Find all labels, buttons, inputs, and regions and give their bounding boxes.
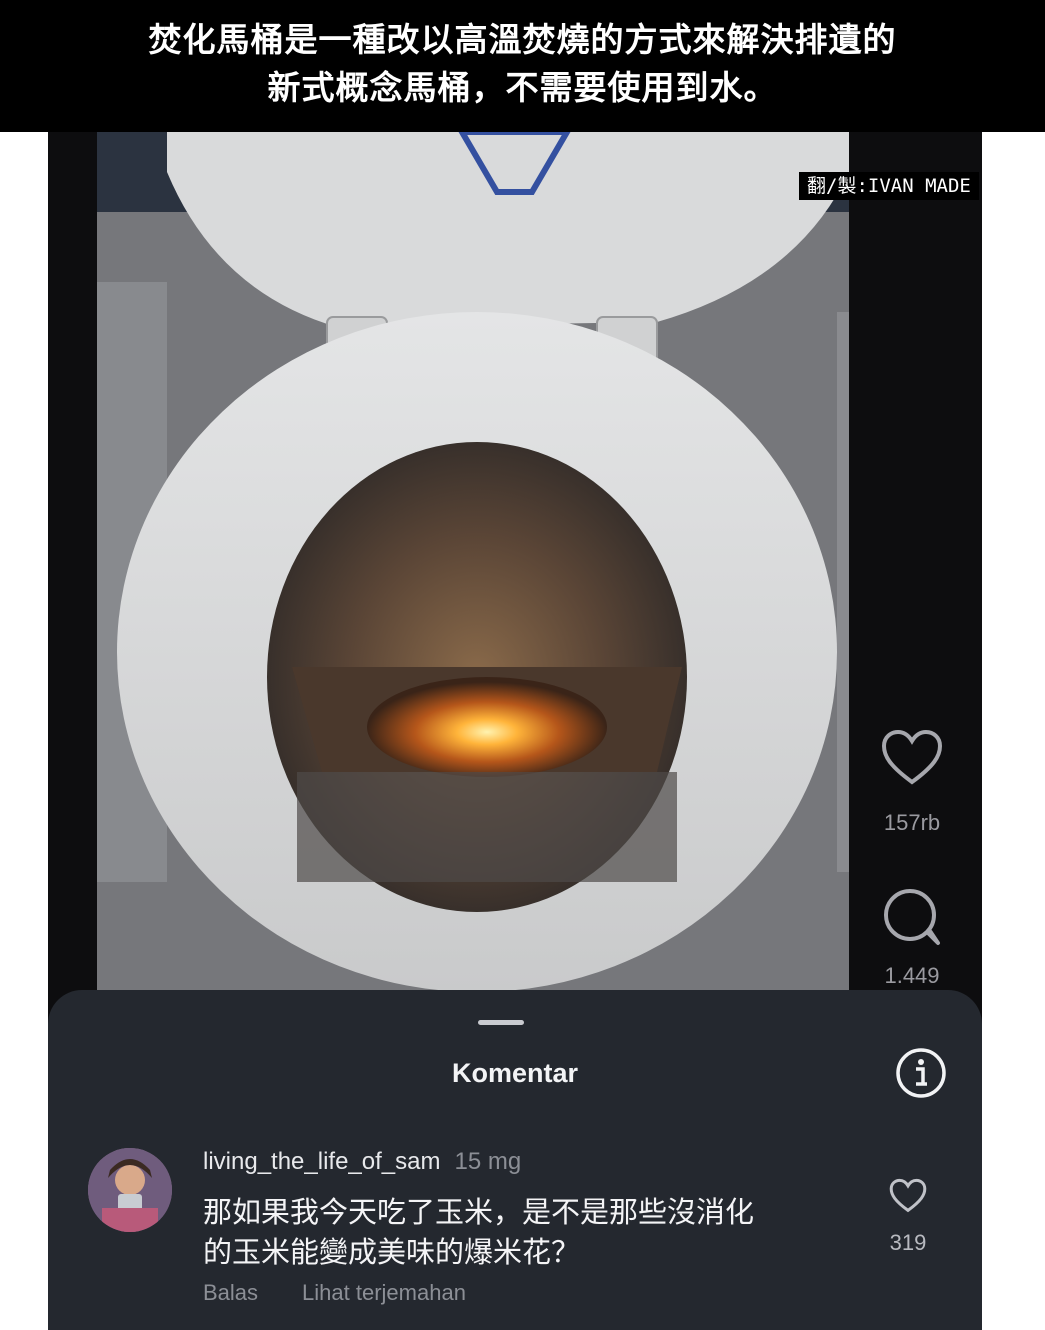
comments-sheet: Komentar living_the_life_of_sam 15 mg 那如果…: [48, 990, 982, 1330]
comment-like-count: 319: [889, 1230, 927, 1255]
like-count: 157rb: [883, 810, 941, 835]
avatar[interactable]: [88, 1148, 172, 1232]
comment-count: 1.449: [884, 963, 940, 988]
heart-icon: [881, 729, 943, 785]
comment-meta: living_the_life_of_sam 15 mg: [203, 1148, 521, 1176]
caption-banner: 焚化馬桶是一種改以高溫焚燒的方式來解決排遺的 新式概念馬桶，不需要使用到水。: [0, 0, 1045, 132]
comment-text-line-1: 那如果我今天吃了玉米，是不是那些沒消化: [203, 1195, 755, 1229]
sheet-title: Komentar: [451, 1058, 579, 1088]
avatar-image: [88, 1148, 172, 1232]
comment-like[interactable]: 319: [878, 1178, 938, 1256]
heart-outline-icon: [889, 1178, 927, 1213]
video-player[interactable]: [97, 132, 849, 1002]
caption-line-1: 焚化馬桶是一種改以高溫焚燒的方式來解決排遺的: [148, 20, 897, 59]
comment-bubble-icon: [884, 889, 940, 945]
watermark-label: 翻/製:IVAN MADE: [799, 172, 979, 200]
incinerating-toilet-image: [97, 132, 849, 1002]
drag-handle[interactable]: [478, 1020, 524, 1025]
like-action[interactable]: 157rb: [862, 728, 962, 836]
info-icon[interactable]: [894, 1046, 948, 1100]
comment-time: 15 mg: [454, 1148, 522, 1175]
caption-line-2: 新式概念馬桶，不需要使用到水。: [267, 68, 778, 107]
comment-action[interactable]: 1.449: [862, 885, 962, 989]
comment-text: 那如果我今天吃了玉米，是不是那些沒消化 的玉米能變成美味的爆米花？: [203, 1192, 883, 1272]
see-translation-button[interactable]: Lihat terjemahan: [302, 1280, 466, 1305]
comment-username[interactable]: living_the_life_of_sam: [203, 1148, 440, 1175]
comment-actions: Balas Lihat terjemahan: [203, 1280, 466, 1306]
reply-button[interactable]: Balas: [203, 1280, 258, 1305]
comment-text-line-2: 的玉米能變成美味的爆米花？: [203, 1235, 581, 1269]
